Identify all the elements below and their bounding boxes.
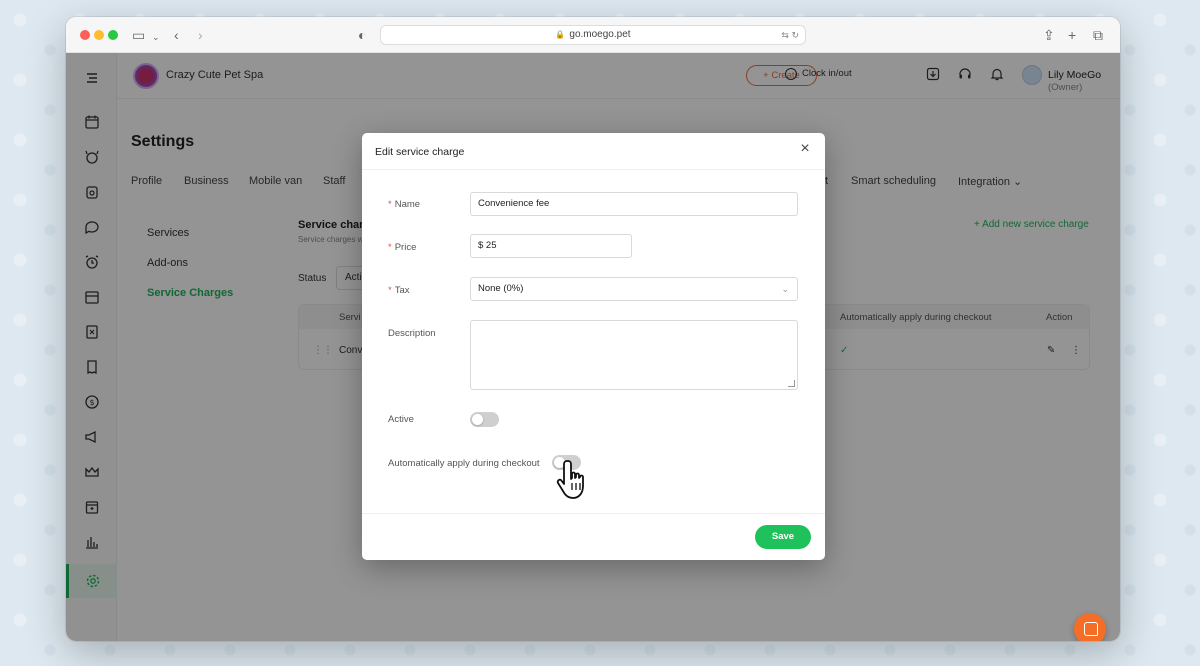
forward-icon[interactable]: ›	[198, 26, 203, 44]
shield-icon[interactable]: ◐	[358, 26, 366, 44]
share-icon[interactable]: ⇪	[1043, 26, 1055, 44]
name-field[interactable]: Convenience fee	[470, 192, 798, 216]
tabs-overview-icon[interactable]: ⧉	[1093, 26, 1103, 44]
active-toggle[interactable]	[470, 412, 499, 427]
modal-title: Edit service charge	[375, 146, 465, 158]
hand-cursor-icon	[556, 460, 584, 499]
price-field[interactable]: $ 25	[470, 234, 632, 258]
price-label: * Price	[388, 242, 417, 253]
maximize-window-button[interactable]	[108, 30, 118, 40]
price-label-text: Price	[394, 242, 417, 253]
close-window-button[interactable]	[80, 30, 90, 40]
new-tab-icon[interactable]: +	[1068, 26, 1076, 44]
tax-select[interactable]: None (0%) ⌄	[470, 277, 798, 301]
translate-reload-icons[interactable]: ⇆ ↻	[781, 26, 799, 44]
tax-label: * Tax	[388, 285, 410, 296]
chat-support-button[interactable]	[1074, 613, 1106, 641]
lock-icon: 🔒	[555, 30, 566, 39]
save-button[interactable]: Save	[755, 525, 811, 549]
back-icon[interactable]: ‹	[174, 26, 179, 44]
minimize-window-button[interactable]	[94, 30, 104, 40]
description-field[interactable]	[470, 320, 798, 390]
url-text: go.moego.pet	[569, 29, 631, 40]
auto-apply-label: Automatically apply during checkout	[388, 458, 540, 469]
tax-select-value: None (0%)	[478, 283, 524, 294]
address-bar[interactable]: 🔒 go.moego.pet ⇆ ↻	[380, 25, 806, 45]
active-label: Active	[388, 414, 414, 425]
chevron-down-icon[interactable]: ⌄	[152, 28, 160, 46]
description-label: Description	[388, 328, 436, 339]
name-label: * Name	[388, 199, 421, 210]
browser-toolbar: ▭ ⌄ ‹ › ◐ 🔒 go.moego.pet ⇆ ↻ ⇪ + ⧉	[66, 17, 1120, 53]
chevron-down-icon: ⌄	[781, 284, 789, 294]
tax-label-text: Tax	[394, 285, 410, 296]
sidebar-toggle-icon[interactable]: ▭	[132, 26, 145, 44]
close-icon[interactable]: ×	[797, 141, 813, 157]
modal-header: Edit service charge ×	[362, 133, 825, 170]
modal-footer: Save	[362, 513, 825, 560]
name-label-text: Name	[394, 199, 421, 210]
browser-window: ▭ ⌄ ‹ › ◐ 🔒 go.moego.pet ⇆ ↻ ⇪ + ⧉ $ Cra…	[66, 17, 1120, 641]
